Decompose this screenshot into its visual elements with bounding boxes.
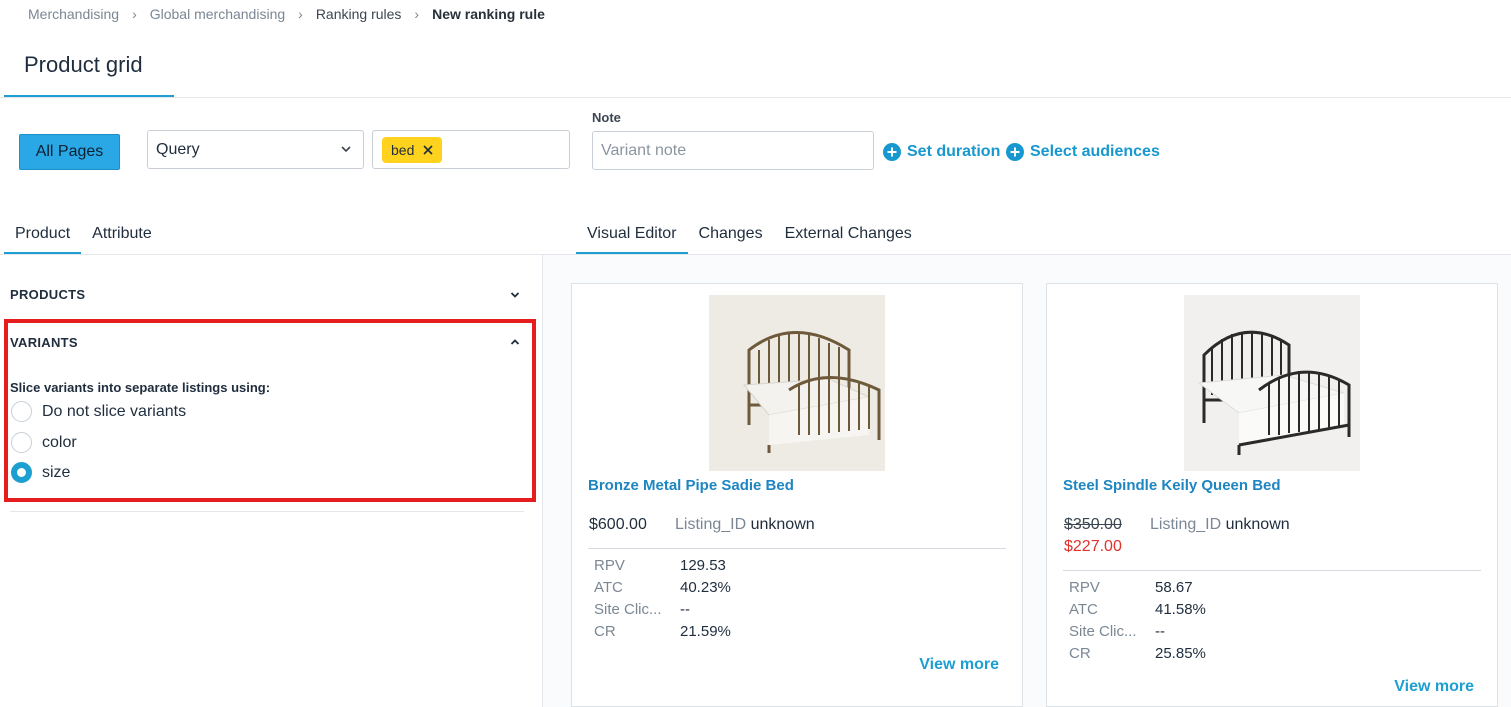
metric-key: ATC xyxy=(1069,600,1098,618)
metric-key: CR xyxy=(594,622,616,640)
product-title[interactable]: Bronze Metal Pipe Sadie Bed xyxy=(588,477,794,494)
metric-value: -- xyxy=(1155,622,1165,640)
radio-button[interactable] xyxy=(11,432,32,453)
select-audiences-label: Select audiences xyxy=(1030,143,1160,160)
tab-visual-editor[interactable]: Visual Editor xyxy=(576,219,688,255)
metrics-list: RPV 129.53 ATC 40.23% Site Clic... -- CR 21.… xyxy=(594,554,731,642)
metric-value: 41.58% xyxy=(1155,600,1206,618)
variants-section-header[interactable]: VARIANTS xyxy=(10,335,78,350)
right-tabs: Visual Editor Changes External Changes xyxy=(576,219,923,255)
listing-id-label: Listing_ID xyxy=(1150,516,1222,533)
radio-size[interactable]: size xyxy=(11,462,70,483)
metric-key: Site Clic... xyxy=(1069,622,1137,640)
metric-row: Site Clic... -- xyxy=(1069,620,1206,642)
note-label: Note xyxy=(592,110,621,125)
breadcrumb-merchandising[interactable]: Merchandising xyxy=(28,6,119,22)
metric-row: CR 21.59% xyxy=(594,620,731,642)
metric-key: RPV xyxy=(594,556,625,574)
listing-id: Listing_ID unknown xyxy=(1150,516,1290,534)
product-image xyxy=(1184,295,1360,471)
tag-label: bed xyxy=(391,142,415,158)
product-title[interactable]: Steel Spindle Keily Queen Bed xyxy=(1063,477,1281,494)
close-icon[interactable] xyxy=(422,144,434,156)
metric-key: RPV xyxy=(1069,578,1100,596)
radio-label: Do not slice variants xyxy=(42,402,187,420)
set-duration-link[interactable]: Set duration xyxy=(883,143,1000,161)
tab-product[interactable]: Product xyxy=(4,219,82,255)
product-card[interactable]: Bronze Metal Pipe Sadie Bed $600.00 List… xyxy=(571,283,1023,707)
listing-id: Listing_ID unknown xyxy=(675,516,815,534)
metric-value: 40.23% xyxy=(680,578,731,596)
set-duration-label: Set duration xyxy=(907,143,1001,160)
breadcrumb-current: New ranking rule xyxy=(432,6,545,22)
listing-id-value: unknown xyxy=(750,516,815,533)
product-image xyxy=(709,295,885,471)
metric-key: ATC xyxy=(594,578,623,596)
chevron-right-icon: › xyxy=(298,6,303,22)
metric-key: CR xyxy=(1069,644,1091,662)
divider xyxy=(10,511,524,512)
breadcrumb-ranking-rules[interactable]: Ranking rules xyxy=(316,6,402,22)
divider xyxy=(588,548,1006,549)
product-price: $600.00 xyxy=(589,516,647,533)
metric-row: RPV 129.53 xyxy=(594,554,731,576)
slice-variants-label: Slice variants into separate listings us… xyxy=(10,380,271,395)
metric-value: 21.59% xyxy=(680,622,731,640)
metric-value: -- xyxy=(680,600,690,618)
query-select-value: Query xyxy=(156,140,200,158)
divider xyxy=(1063,570,1481,571)
product-card[interactable]: Steel Spindle Keily Queen Bed $350.00 $2… xyxy=(1046,283,1498,707)
metric-row: ATC 41.58% xyxy=(1069,598,1206,620)
tab-attribute[interactable]: Attribute xyxy=(81,219,163,255)
chevron-down-icon xyxy=(341,146,351,153)
query-select[interactable]: Query xyxy=(147,130,364,169)
breadcrumb-global-merchandising[interactable]: Global merchandising xyxy=(150,6,285,22)
tab-external-changes[interactable]: External Changes xyxy=(774,219,923,255)
metric-row: CR 25.85% xyxy=(1069,642,1206,664)
radio-label: color xyxy=(42,433,77,451)
chevron-up-icon[interactable] xyxy=(509,336,521,348)
radio-do-not-slice[interactable]: Do not slice variants xyxy=(11,401,186,422)
page-title: Product grid xyxy=(24,52,143,77)
metric-row: ATC 40.23% xyxy=(594,576,731,598)
select-audiences-link[interactable]: Select audiences xyxy=(1006,143,1160,161)
metric-value: 129.53 xyxy=(680,556,726,574)
tab-changes[interactable]: Changes xyxy=(688,219,774,255)
view-more-link[interactable]: View more xyxy=(919,656,999,674)
left-tabs: Product Attribute xyxy=(4,219,163,255)
metric-value: 25.85% xyxy=(1155,644,1206,662)
metric-row: RPV 58.67 xyxy=(1069,576,1206,598)
radio-color[interactable]: color xyxy=(11,432,77,453)
metrics-list: RPV 58.67 ATC 41.58% Site Clic... -- CR 25.8… xyxy=(1069,576,1206,664)
listing-id-label: Listing_ID xyxy=(675,516,747,533)
variant-note-input[interactable] xyxy=(592,131,874,170)
metric-value: 58.67 xyxy=(1155,578,1193,596)
view-more-link[interactable]: View more xyxy=(1394,678,1474,696)
all-pages-button[interactable]: All Pages xyxy=(19,134,120,170)
tab-product-grid[interactable]: Product grid xyxy=(4,48,174,98)
metric-row: Site Clic... -- xyxy=(594,598,731,620)
breadcrumb: Merchandising › Global merchandising › R… xyxy=(28,6,545,22)
metric-key: Site Clic... xyxy=(594,600,662,618)
product-price-sale: $227.00 xyxy=(1064,538,1122,555)
plus-circle-icon xyxy=(883,143,901,161)
radio-button[interactable] xyxy=(11,401,32,422)
radio-button-selected[interactable] xyxy=(11,462,32,483)
listing-id-value: unknown xyxy=(1225,516,1290,533)
tag-chip: bed xyxy=(382,137,443,163)
plus-circle-icon xyxy=(1006,143,1024,161)
product-price-original: $350.00 xyxy=(1064,516,1122,533)
query-tags-input[interactable]: bed xyxy=(372,130,570,169)
divider xyxy=(0,97,1511,98)
chevron-right-icon: › xyxy=(132,6,137,22)
radio-label: size xyxy=(42,463,71,481)
chevron-right-icon: › xyxy=(414,6,420,22)
products-section-header[interactable]: PRODUCTS xyxy=(10,287,85,302)
chevron-down-icon[interactable] xyxy=(509,289,521,301)
